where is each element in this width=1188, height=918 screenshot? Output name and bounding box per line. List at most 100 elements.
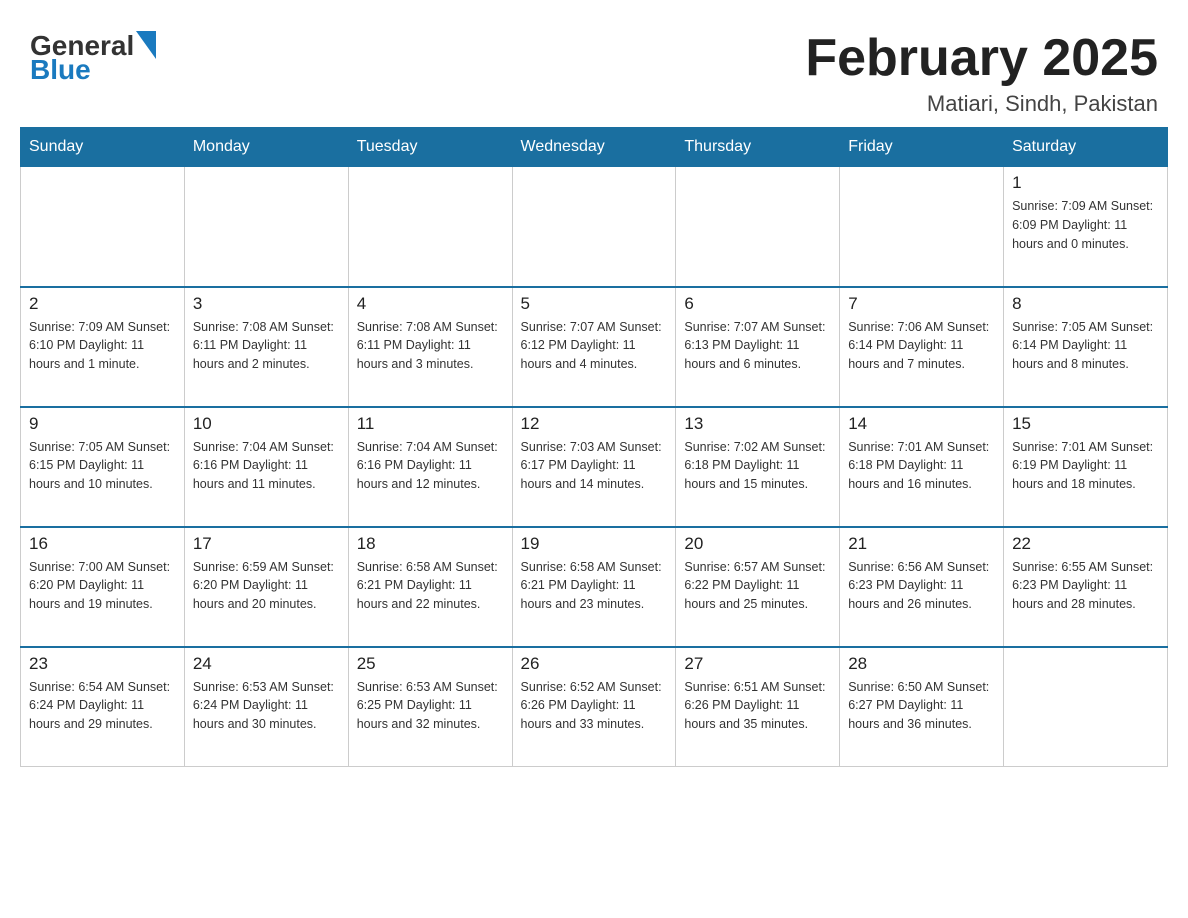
location-title: Matiari, Sindh, Pakistan	[805, 91, 1158, 117]
calendar-cell-w3-d0: 9 Sunrise: 7:05 AM Sunset: 6:15 PM Daylig…	[21, 407, 185, 527]
day-info: Sunrise: 7:05 AM Sunset: 6:15 PM Dayligh…	[29, 438, 176, 494]
day-info: Sunrise: 6:59 AM Sunset: 6:20 PM Dayligh…	[193, 558, 340, 614]
calendar-cell-w4-d1: 17 Sunrise: 6:59 AM Sunset: 6:20 PM Dayli…	[184, 527, 348, 647]
calendar-cell-w2-d2: 4 Sunrise: 7:08 AM Sunset: 6:11 PM Daylig…	[348, 287, 512, 407]
calendar-cell-w3-d4: 13 Sunrise: 7:02 AM Sunset: 6:18 PM Dayli…	[676, 407, 840, 527]
day-number: 28	[848, 654, 995, 674]
day-info: Sunrise: 7:08 AM Sunset: 6:11 PM Dayligh…	[357, 318, 504, 374]
header-friday: Friday	[840, 128, 1004, 167]
calendar-cell-w1-d3	[512, 167, 676, 287]
calendar-week-4: 16 Sunrise: 7:00 AM Sunset: 6:20 PM Dayli…	[21, 527, 1168, 647]
day-number: 11	[357, 414, 504, 434]
calendar-week-2: 2Sunrise: 7:09 AM Sunset: 6:10 PM Daylig…	[21, 287, 1168, 407]
day-number: 8	[1012, 294, 1159, 314]
calendar-cell-w2-d3: 5 Sunrise: 7:07 AM Sunset: 6:12 PM Daylig…	[512, 287, 676, 407]
logo-blue-text: Blue	[30, 54, 91, 85]
day-info: Sunrise: 7:07 AM Sunset: 6:12 PM Dayligh…	[521, 318, 668, 374]
calendar-cell-w3-d6: 15 Sunrise: 7:01 AM Sunset: 6:19 PM Dayli…	[1004, 407, 1168, 527]
day-info: Sunrise: 6:53 AM Sunset: 6:24 PM Dayligh…	[193, 678, 340, 734]
calendar-cell-w5-d0: 23 Sunrise: 6:54 AM Sunset: 6:24 PM Dayli…	[21, 647, 185, 767]
day-info: Sunrise: 6:51 AM Sunset: 6:26 PM Dayligh…	[684, 678, 831, 734]
day-info: Sunrise: 7:04 AM Sunset: 6:16 PM Dayligh…	[193, 438, 340, 494]
calendar-week-5: 23 Sunrise: 6:54 AM Sunset: 6:24 PM Dayli…	[21, 647, 1168, 767]
day-info: Sunrise: 6:52 AM Sunset: 6:26 PM Dayligh…	[521, 678, 668, 734]
day-info: Sunrise: 6:50 AM Sunset: 6:27 PM Dayligh…	[848, 678, 995, 734]
page-header: General Blue February 2025 Matiari, Sind…	[20, 20, 1168, 117]
day-number: 21	[848, 534, 995, 554]
calendar-cell-w5-d3: 26 Sunrise: 6:52 AM Sunset: 6:26 PM Dayli…	[512, 647, 676, 767]
day-number: 17	[193, 534, 340, 554]
day-number: 2	[29, 294, 176, 314]
day-number: 22	[1012, 534, 1159, 554]
day-info: Sunrise: 7:00 AM Sunset: 6:20 PM Dayligh…	[29, 558, 176, 614]
calendar-cell-w2-d1: 3 Sunrise: 7:08 AM Sunset: 6:11 PM Daylig…	[184, 287, 348, 407]
day-info: Sunrise: 7:01 AM Sunset: 6:18 PM Dayligh…	[848, 438, 995, 494]
day-number: 25	[357, 654, 504, 674]
day-info: Sunrise: 7:01 AM Sunset: 6:19 PM Dayligh…	[1012, 438, 1159, 494]
day-number: 15	[1012, 414, 1159, 434]
calendar-cell-w5-d6	[1004, 647, 1168, 767]
day-number: 24	[193, 654, 340, 674]
day-number: 26	[521, 654, 668, 674]
day-info: Sunrise: 7:04 AM Sunset: 6:16 PM Dayligh…	[357, 438, 504, 494]
header-thursday: Thursday	[676, 128, 840, 167]
calendar-cell-w3-d1: 10 Sunrise: 7:04 AM Sunset: 6:16 PM Dayli…	[184, 407, 348, 527]
calendar-cell-w1-d5	[840, 167, 1004, 287]
calendar-table: Sunday Monday Tuesday Wednesday Thursday…	[20, 127, 1168, 767]
calendar-cell-w5-d1: 24 Sunrise: 6:53 AM Sunset: 6:24 PM Dayli…	[184, 647, 348, 767]
day-info: Sunrise: 7:02 AM Sunset: 6:18 PM Dayligh…	[684, 438, 831, 494]
day-number: 27	[684, 654, 831, 674]
day-number: 16	[29, 534, 176, 554]
day-info: Sunrise: 6:57 AM Sunset: 6:22 PM Dayligh…	[684, 558, 831, 614]
day-number: 7	[848, 294, 995, 314]
day-number: 14	[848, 414, 995, 434]
calendar-cell-w5-d5: 28 Sunrise: 6:50 AM Sunset: 6:27 PM Dayli…	[840, 647, 1004, 767]
day-number: 9	[29, 414, 176, 434]
day-info: Sunrise: 6:58 AM Sunset: 6:21 PM Dayligh…	[357, 558, 504, 614]
day-number: 5	[521, 294, 668, 314]
day-number: 10	[193, 414, 340, 434]
day-number: 4	[357, 294, 504, 314]
calendar-cell-w4-d3: 19 Sunrise: 6:58 AM Sunset: 6:21 PM Dayli…	[512, 527, 676, 647]
header-tuesday: Tuesday	[348, 128, 512, 167]
day-info: Sunrise: 6:56 AM Sunset: 6:23 PM Dayligh…	[848, 558, 995, 614]
day-info: Sunrise: 7:05 AM Sunset: 6:14 PM Dayligh…	[1012, 318, 1159, 374]
header-monday: Monday	[184, 128, 348, 167]
header-saturday: Saturday	[1004, 128, 1168, 167]
day-number: 18	[357, 534, 504, 554]
calendar-cell-w2-d0: 2Sunrise: 7:09 AM Sunset: 6:10 PM Daylig…	[21, 287, 185, 407]
day-info: Sunrise: 7:08 AM Sunset: 6:11 PM Dayligh…	[193, 318, 340, 374]
day-number: 1	[1012, 173, 1159, 193]
calendar-cell-w1-d0	[21, 167, 185, 287]
calendar-cell-w3-d2: 11 Sunrise: 7:04 AM Sunset: 6:16 PM Dayli…	[348, 407, 512, 527]
calendar-week-3: 9 Sunrise: 7:05 AM Sunset: 6:15 PM Daylig…	[21, 407, 1168, 527]
calendar-cell-w2-d4: 6Sunrise: 7:07 AM Sunset: 6:13 PM Daylig…	[676, 287, 840, 407]
day-number: 20	[684, 534, 831, 554]
weekday-header-row: Sunday Monday Tuesday Wednesday Thursday…	[21, 128, 1168, 167]
day-number: 23	[29, 654, 176, 674]
day-number: 6	[684, 294, 831, 314]
day-info: Sunrise: 6:58 AM Sunset: 6:21 PM Dayligh…	[521, 558, 668, 614]
day-info: Sunrise: 7:03 AM Sunset: 6:17 PM Dayligh…	[521, 438, 668, 494]
calendar-cell-w1-d4	[676, 167, 840, 287]
day-info: Sunrise: 6:54 AM Sunset: 6:24 PM Dayligh…	[29, 678, 176, 734]
day-number: 19	[521, 534, 668, 554]
calendar-cell-w2-d6: 8 Sunrise: 7:05 AM Sunset: 6:14 PM Daylig…	[1004, 287, 1168, 407]
day-number: 3	[193, 294, 340, 314]
day-number: 12	[521, 414, 668, 434]
title-block: February 2025 Matiari, Sindh, Pakistan	[805, 30, 1158, 117]
logo: General Blue	[30, 30, 156, 86]
calendar-cell-w2-d5: 7Sunrise: 7:06 AM Sunset: 6:14 PM Daylig…	[840, 287, 1004, 407]
day-info: Sunrise: 6:55 AM Sunset: 6:23 PM Dayligh…	[1012, 558, 1159, 614]
logo-triangle-icon	[134, 31, 156, 61]
calendar-cell-w4-d6: 22 Sunrise: 6:55 AM Sunset: 6:23 PM Dayli…	[1004, 527, 1168, 647]
month-title: February 2025	[805, 30, 1158, 87]
calendar-cell-w1-d2	[348, 167, 512, 287]
header-sunday: Sunday	[21, 128, 185, 167]
calendar-cell-w1-d1	[184, 167, 348, 287]
calendar-cell-w4-d2: 18 Sunrise: 6:58 AM Sunset: 6:21 PM Dayli…	[348, 527, 512, 647]
calendar-cell-w4-d0: 16 Sunrise: 7:00 AM Sunset: 6:20 PM Dayli…	[21, 527, 185, 647]
calendar-cell-w1-d6: 1Sunrise: 7:09 AM Sunset: 6:09 PM Daylig…	[1004, 167, 1168, 287]
day-number: 13	[684, 414, 831, 434]
calendar-cell-w5-d2: 25Sunrise: 6:53 AM Sunset: 6:25 PM Dayli…	[348, 647, 512, 767]
